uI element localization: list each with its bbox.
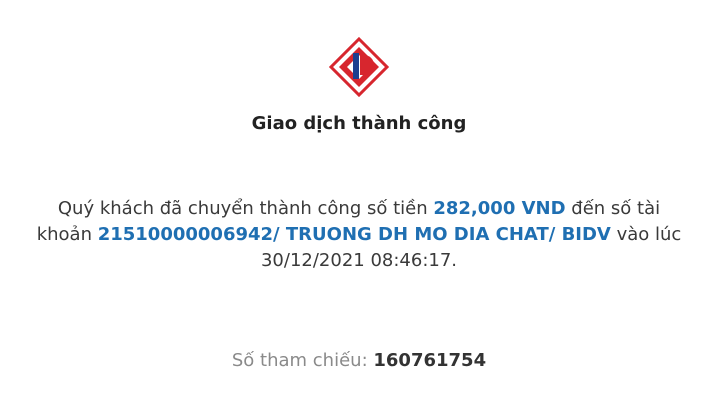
bidv-logo-icon bbox=[328, 36, 390, 98]
page-title: Giao dịch thành công bbox=[251, 113, 467, 134]
reference-line: Số tham chiếu: 160761754 bbox=[0, 350, 718, 371]
reference-number: 160761754 bbox=[373, 350, 487, 371]
transaction-message: Quý khách đã chuyển thành công số tiền 2… bbox=[30, 196, 688, 274]
reference-label: Số tham chiếu: bbox=[231, 350, 374, 371]
message-text-1: Quý khách đã chuyển thành công số tiền bbox=[57, 198, 434, 219]
amount-value: 282,000 VND bbox=[433, 198, 566, 219]
account-value: 21510000006942/ TRUONG DH MO DIA CHAT/ B… bbox=[97, 224, 611, 245]
